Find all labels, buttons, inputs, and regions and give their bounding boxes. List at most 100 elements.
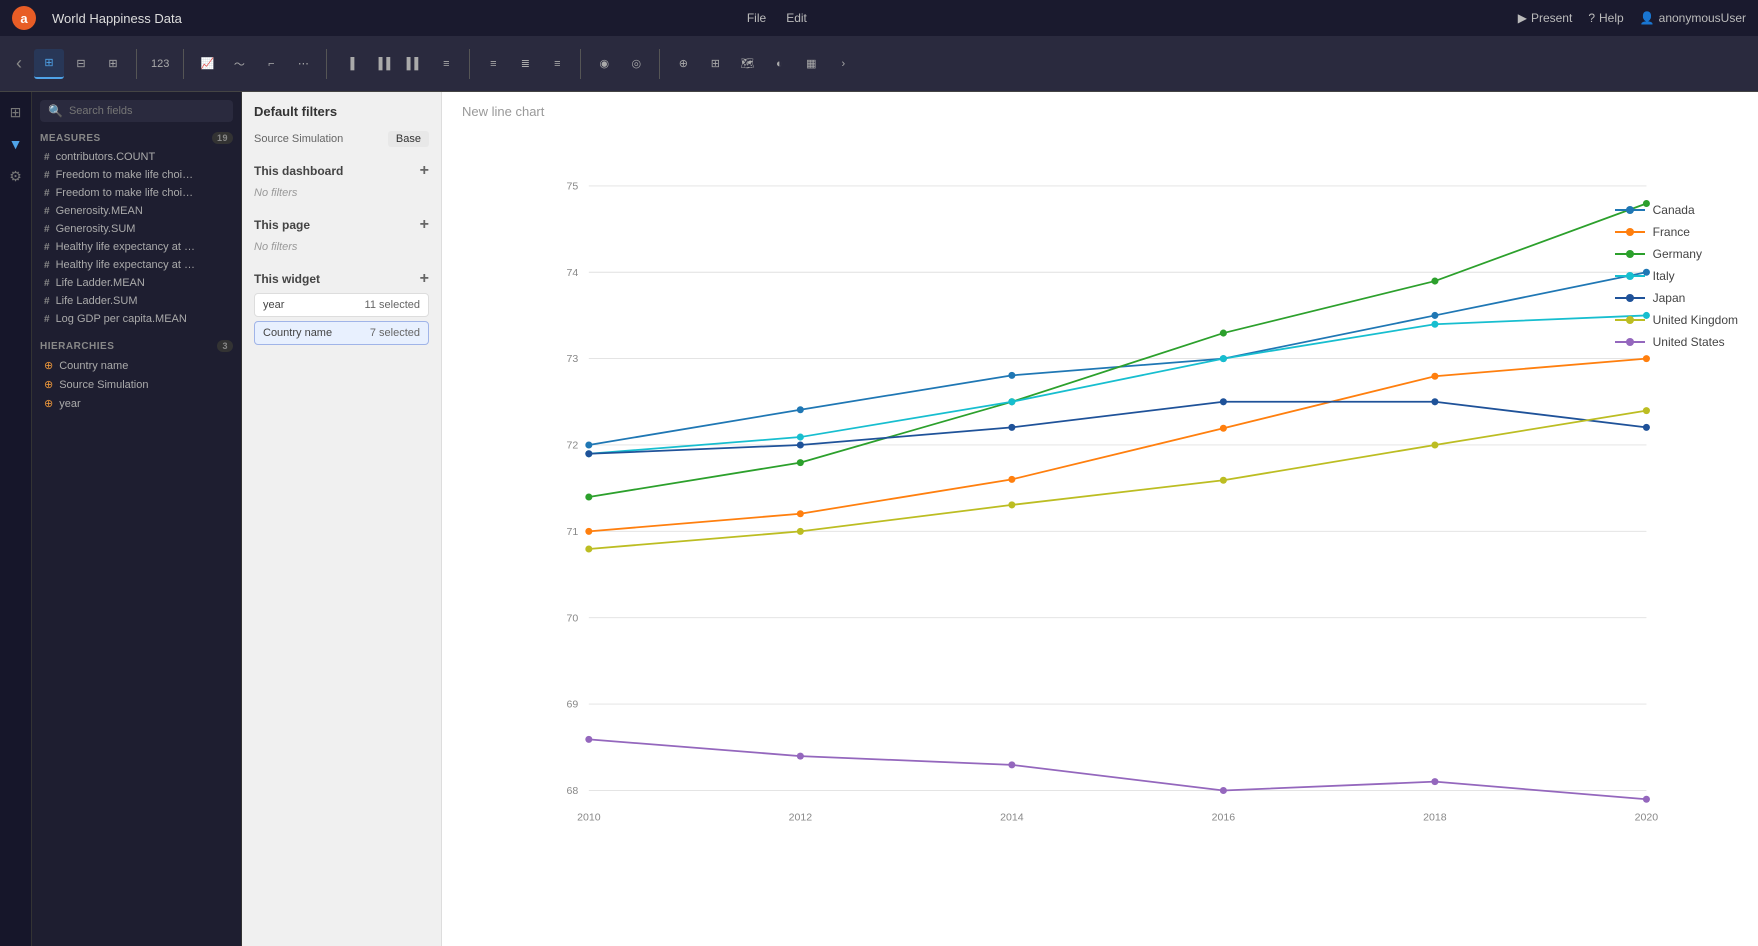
- source-label: Source Simulation: [254, 133, 343, 145]
- topbar: a World Happiness Data File Edit ▶ Prese…: [0, 0, 1758, 36]
- nav-back[interactable]: ‹: [8, 49, 30, 78]
- tb-grid-btn[interactable]: ▦: [796, 49, 826, 79]
- tb-bar3-btn[interactable]: ▌▌: [399, 49, 429, 79]
- legend-japan: Japan: [1615, 291, 1738, 305]
- field-freedom-mean[interactable]: # Freedom to make life choices.ME...: [40, 166, 233, 184]
- legend-us: United States: [1615, 335, 1738, 349]
- tb-line-btn[interactable]: 📈: [192, 49, 222, 79]
- tb-gauge-btn[interactable]: ◐: [764, 49, 794, 79]
- tb-table2-btn[interactable]: ⊟: [66, 49, 96, 79]
- field-contributors[interactable]: # contributors.COUNT: [40, 148, 233, 166]
- svg-text:2016: 2016: [1212, 811, 1236, 823]
- toolbar-group-bar: ▐ ▐▐ ▌▌ ≡: [335, 49, 470, 79]
- this-dashboard-section: This dashboard + No filters: [254, 163, 429, 201]
- main-body: ⊞ ▼ ⚙ 🔍 MEASURES 19 # contributors.COUNT…: [0, 92, 1758, 946]
- add-page-filter-btn[interactable]: +: [420, 217, 429, 233]
- measures-header: MEASURES 19: [40, 132, 233, 144]
- tb-scatter-btn[interactable]: ⋯: [288, 49, 318, 79]
- svg-text:2010: 2010: [577, 811, 601, 823]
- tb-bar4-btn[interactable]: ≡: [431, 49, 461, 79]
- tb-pie-btn[interactable]: ◉: [589, 49, 619, 79]
- legend-germany: Germany: [1615, 247, 1738, 261]
- add-dashboard-filter-btn[interactable]: +: [420, 163, 429, 179]
- app-logo: a: [12, 6, 36, 30]
- toolbar-group-table: ⊞ ⊟ ⊞: [34, 49, 137, 79]
- svg-text:2018: 2018: [1423, 811, 1447, 823]
- this-dashboard-header: This dashboard +: [254, 163, 429, 179]
- tb-bar2-btn[interactable]: ▐▐: [367, 49, 397, 79]
- tb-table-btn[interactable]: ⊞: [34, 49, 64, 79]
- tb-hbar2-btn[interactable]: ≣: [510, 49, 540, 79]
- chart-area: New line chart .axis-text { font: 12px '…: [442, 92, 1758, 946]
- field-lifeladder-mean[interactable]: # Life Ladder.MEAN: [40, 274, 233, 292]
- hierarchies-count: 3: [217, 340, 233, 352]
- filter-row-country[interactable]: Country name 7 selected: [254, 321, 429, 345]
- tb-bubble-btn[interactable]: ⊕: [668, 49, 698, 79]
- menu-edit[interactable]: Edit: [786, 11, 807, 25]
- chart-container: .axis-text { font: 12px 'Segoe UI', Aria…: [442, 123, 1758, 946]
- tb-filter-btn[interactable]: ⊞: [700, 49, 730, 79]
- toolbar-group-line: 📈 〜 ⌐ ⋯: [192, 49, 327, 79]
- filter-year-value: 11 selected: [365, 299, 420, 311]
- filter-row-year[interactable]: year 11 selected: [254, 293, 429, 317]
- toolbar-group-pie: ≡ ≣ ≡: [478, 49, 581, 79]
- sidebar-icon-fields[interactable]: ⊞: [4, 100, 28, 124]
- field-healthy-sum[interactable]: # Healthy life expectancy at birth.SU...: [40, 256, 233, 274]
- svg-text:71: 71: [567, 526, 579, 538]
- this-widget-section: This widget + year 11 selected Country n…: [254, 271, 429, 349]
- source-row: Source Simulation Base: [254, 131, 429, 147]
- tb-hbar-btn[interactable]: ≡: [478, 49, 508, 79]
- filter-country-label: Country name: [263, 327, 332, 339]
- svg-text:2012: 2012: [789, 811, 813, 823]
- search-icon: 🔍: [48, 104, 63, 118]
- tb-step-btn[interactable]: ⌐: [256, 49, 286, 79]
- field-lifeladder-sum[interactable]: # Life Ladder.SUM: [40, 292, 233, 310]
- hierarchy-country[interactable]: ⊕ Country name: [40, 356, 233, 375]
- measures-count: 19: [212, 132, 233, 144]
- toolbar-group-more: ⊕ ⊞ 🗺 ◐ ▦ ›: [668, 49, 866, 79]
- add-widget-filter-btn[interactable]: +: [420, 271, 429, 287]
- tb-area-btn[interactable]: 〜: [224, 49, 254, 79]
- tb-num-btn[interactable]: 123: [145, 49, 175, 79]
- tb-donut-btn[interactable]: ◎: [621, 49, 651, 79]
- topbar-right: ▶ Present ? Help 👤 anonymousUser: [1518, 11, 1746, 25]
- legend-canada: Canada: [1615, 203, 1738, 217]
- source-value[interactable]: Base: [388, 131, 429, 147]
- field-generosity-mean[interactable]: # Generosity.MEAN: [40, 202, 233, 220]
- hierarchy-icon-year: ⊕: [44, 397, 53, 410]
- hierarchy-year[interactable]: ⊕ year: [40, 394, 233, 413]
- sidebar-content: 🔍 MEASURES 19 # contributors.COUNT # Fre…: [32, 92, 241, 946]
- svg-text:69: 69: [567, 699, 579, 711]
- legend-uk: United Kingdom: [1615, 313, 1738, 327]
- field-healthy-mean[interactable]: # Healthy life expectancy at birth.M...: [40, 238, 233, 256]
- hierarchy-source[interactable]: ⊕ Source Simulation: [40, 375, 233, 394]
- tb-bar-btn[interactable]: ▐: [335, 49, 365, 79]
- svg-text:70: 70: [567, 612, 579, 624]
- topbar-menu: File Edit: [747, 11, 807, 25]
- tb-more-btn[interactable]: ›: [828, 49, 858, 79]
- present-btn[interactable]: ▶ Present: [1518, 11, 1573, 25]
- tb-table3-btn[interactable]: ⊞: [98, 49, 128, 79]
- tb-hbar3-btn[interactable]: ≡: [542, 49, 572, 79]
- user-btn[interactable]: 👤 anonymousUser: [1640, 11, 1746, 25]
- svg-text:2014: 2014: [1000, 811, 1024, 823]
- this-widget-header: This widget +: [254, 271, 429, 287]
- field-generosity-sum[interactable]: # Generosity.SUM: [40, 220, 233, 238]
- field-gdp-mean[interactable]: # Log GDP per capita.MEAN: [40, 310, 233, 328]
- filter-country-value: 7 selected: [370, 327, 420, 339]
- app-title: World Happiness Data: [52, 11, 731, 26]
- field-freedom-sum[interactable]: # Freedom to make life choices.SU...: [40, 184, 233, 202]
- this-page-header: This page +: [254, 217, 429, 233]
- svg-text:72: 72: [567, 440, 579, 452]
- search-box[interactable]: 🔍: [40, 100, 233, 122]
- help-btn[interactable]: ? Help: [1588, 11, 1623, 25]
- sidebar-icon-settings[interactable]: ⚙: [4, 164, 28, 188]
- this-page-section: This page + No filters: [254, 217, 429, 255]
- svg-text:74: 74: [567, 267, 579, 279]
- sidebar: 🔍 MEASURES 19 # contributors.COUNT # Fre…: [32, 92, 242, 946]
- menu-file[interactable]: File: [747, 11, 766, 25]
- measures-list: # contributors.COUNT # Freedom to make l…: [40, 148, 233, 328]
- tb-map-btn[interactable]: 🗺: [732, 49, 762, 79]
- sidebar-icon-filter[interactable]: ▼: [4, 132, 28, 156]
- search-input[interactable]: [69, 105, 225, 117]
